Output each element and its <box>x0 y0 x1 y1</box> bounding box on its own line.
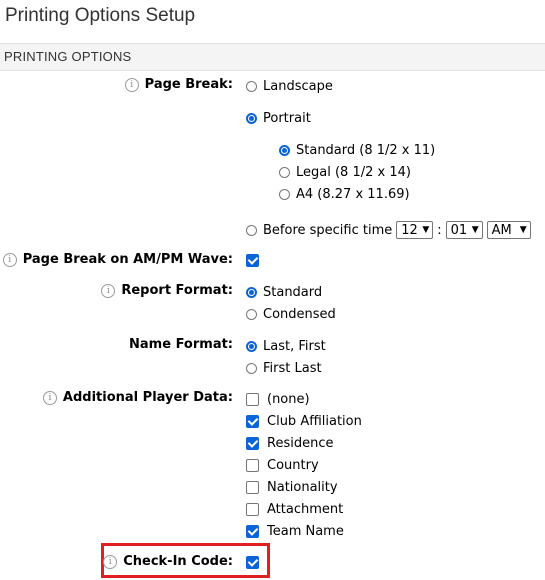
team-name-option[interactable]: Team Name <box>246 524 344 539</box>
hour-select[interactable]: 12 ▼ <box>396 221 434 239</box>
country-option[interactable]: Country <box>246 458 319 473</box>
attachment-label: Attachment <box>267 502 344 517</box>
team-name-label: Team Name <box>267 524 344 539</box>
residence-checkbox[interactable] <box>246 437 259 450</box>
chevron-down-icon: ▼ <box>519 225 527 235</box>
minute-select[interactable]: 01 ▼ <box>445 221 483 239</box>
before-time-option[interactable]: Before specific time 12 ▼ : 01 ▼ AM ▼ <box>246 221 531 239</box>
report-standard-radio[interactable] <box>246 287 257 298</box>
checkin-checkbox[interactable] <box>246 556 259 569</box>
last-first-radio[interactable] <box>246 341 257 352</box>
report-standard-label: Standard <box>263 285 323 300</box>
before-time-label: Before specific time <box>263 222 393 238</box>
landscape-option[interactable]: Landscape <box>246 79 333 94</box>
nationality-checkbox[interactable] <box>246 481 259 494</box>
nationality-label: Nationality <box>267 480 338 495</box>
first-last-option[interactable]: First Last <box>246 361 322 376</box>
first-last-label: First Last <box>263 361 322 376</box>
legal-size-label: Legal (8 1/2 x 14) <box>296 165 411 180</box>
wave-option[interactable] <box>246 254 267 267</box>
country-label: Country <box>267 458 319 473</box>
first-last-radio[interactable] <box>246 363 257 374</box>
standard-size-option[interactable]: Standard (8 1/2 x 11) <box>279 143 435 158</box>
team-name-checkbox[interactable] <box>246 525 259 538</box>
a4-size-label: A4 (8.27 x 11.69) <box>296 187 410 202</box>
chevron-down-icon: ▼ <box>422 225 430 235</box>
legal-size-radio[interactable] <box>279 167 290 178</box>
attachment-checkbox[interactable] <box>246 503 259 516</box>
residence-label: Residence <box>267 436 334 451</box>
section-title: PRINTING OPTIONS <box>4 49 132 64</box>
info-icon[interactable]: i <box>103 555 118 569</box>
landscape-radio[interactable] <box>246 81 257 92</box>
additional-data-label: i Additional Player Data: <box>42 390 233 405</box>
checkin-label: i Check-In Code: <box>103 554 233 569</box>
ampm-select[interactable]: AM ▼ <box>486 221 531 239</box>
name-format-label: Name Format: <box>129 337 233 352</box>
wave-label: i Page Break on AM/PM Wave: <box>2 252 233 267</box>
before-time-radio[interactable] <box>246 224 257 236</box>
report-condensed-radio[interactable] <box>246 309 257 320</box>
portrait-radio[interactable] <box>246 113 257 124</box>
additional-none-label: (none) <box>267 392 310 407</box>
nationality-option[interactable]: Nationality <box>246 480 338 495</box>
club-affiliation-checkbox[interactable] <box>246 415 259 428</box>
legal-size-option[interactable]: Legal (8 1/2 x 14) <box>279 165 411 180</box>
info-icon[interactable]: i <box>2 253 17 267</box>
info-icon[interactable]: i <box>124 78 139 92</box>
club-affiliation-label: Club Affiliation <box>267 414 362 429</box>
wave-checkbox[interactable] <box>246 254 259 267</box>
a4-size-radio[interactable] <box>279 189 290 200</box>
additional-none-option[interactable]: (none) <box>246 392 310 407</box>
section-header: PRINTING OPTIONS <box>0 43 545 71</box>
report-standard-option[interactable]: Standard <box>246 285 322 300</box>
residence-option[interactable]: Residence <box>246 436 333 451</box>
report-format-label: i Report Format: <box>101 283 233 298</box>
club-affiliation-option[interactable]: Club Affiliation <box>246 414 362 429</box>
attachment-option[interactable]: Attachment <box>246 502 343 517</box>
standard-size-radio[interactable] <box>279 145 290 156</box>
last-first-label: Last, First <box>263 339 326 354</box>
page-break-label: i Page Break: <box>124 77 233 92</box>
time-colon: : <box>437 222 442 238</box>
last-first-option[interactable]: Last, First <box>246 339 326 354</box>
portrait-option[interactable]: Portrait <box>246 111 311 126</box>
portrait-label: Portrait <box>263 111 311 126</box>
chevron-down-icon: ▼ <box>471 225 479 235</box>
page-title: Printing Options Setup <box>5 5 196 26</box>
country-checkbox[interactable] <box>246 459 259 472</box>
additional-none-checkbox[interactable] <box>246 393 259 406</box>
report-condensed-label: Condensed <box>263 307 336 322</box>
a4-size-option[interactable]: A4 (8.27 x 11.69) <box>279 187 410 202</box>
report-condensed-option[interactable]: Condensed <box>246 307 336 322</box>
info-icon[interactable]: i <box>101 284 116 298</box>
landscape-label: Landscape <box>263 79 333 94</box>
info-icon[interactable]: i <box>42 391 57 405</box>
standard-size-label: Standard (8 1/2 x 11) <box>296 143 436 158</box>
checkin-option[interactable] <box>246 556 267 569</box>
